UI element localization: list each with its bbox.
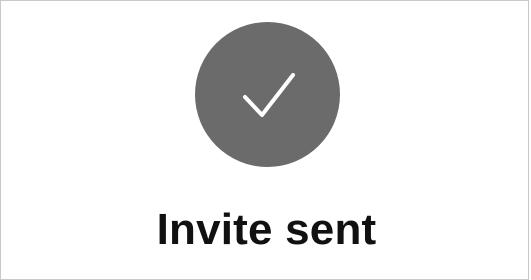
checkmark-circle-icon (195, 22, 340, 167)
page-title: Invite sent (156, 205, 377, 254)
checkmark-icon (243, 73, 295, 117)
invite-sent-dialog: Invite sent (0, 0, 529, 280)
